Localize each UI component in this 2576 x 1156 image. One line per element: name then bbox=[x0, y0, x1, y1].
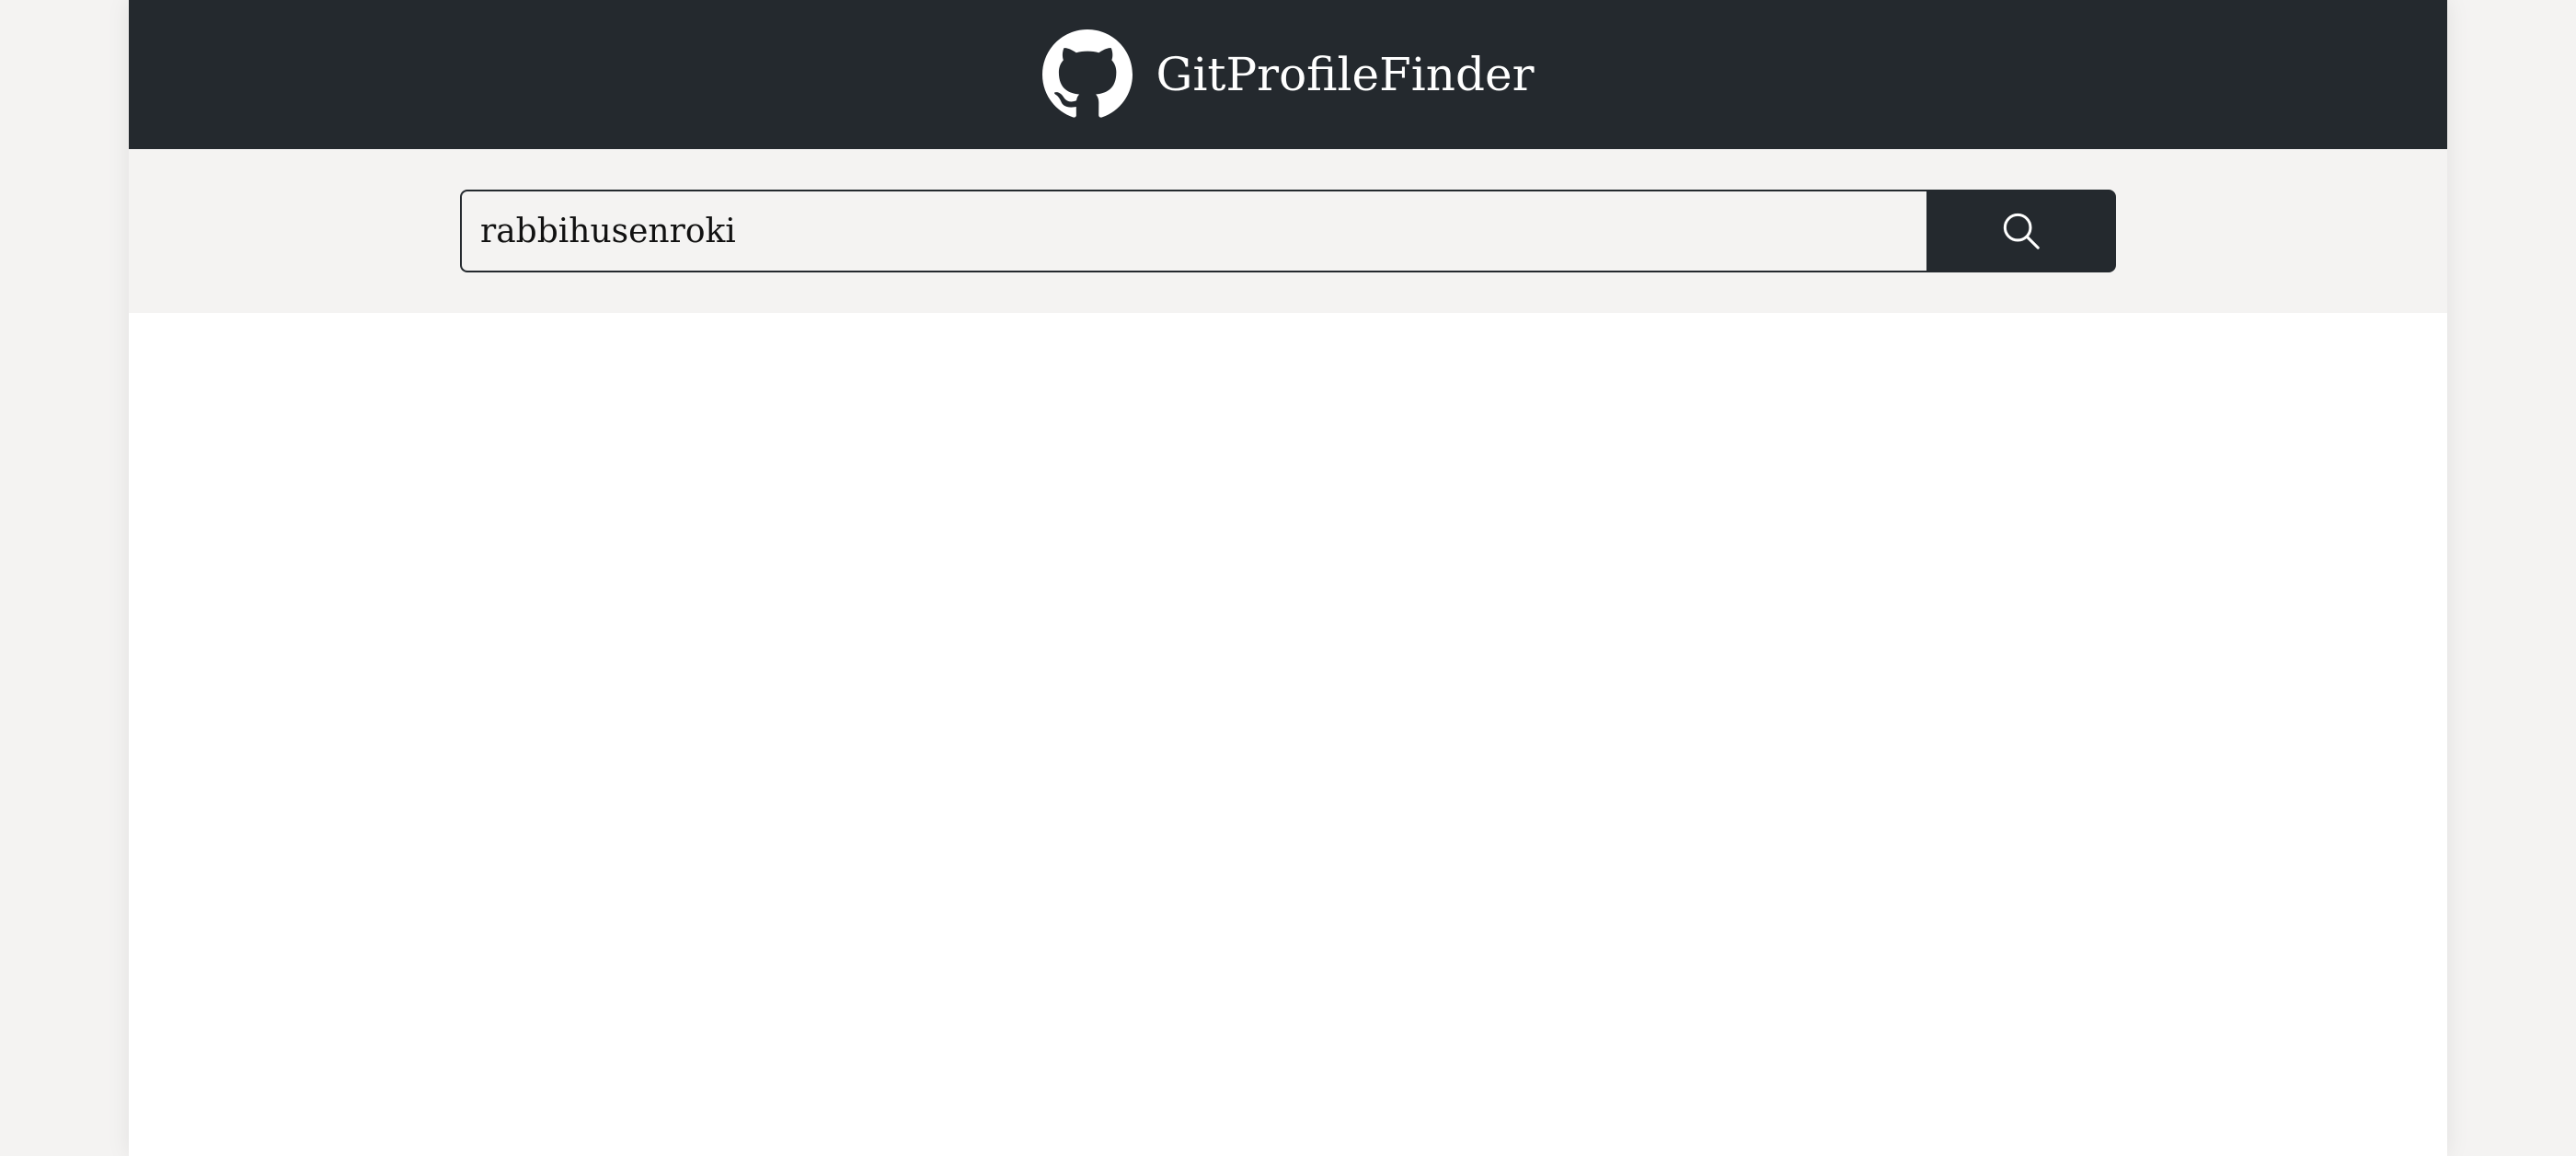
search-section bbox=[129, 149, 2447, 313]
search-button[interactable] bbox=[1926, 190, 2116, 272]
app-title: GitProfileFinder bbox=[1156, 48, 1535, 101]
search-form bbox=[460, 190, 2116, 272]
github-octocat-icon bbox=[1041, 29, 1133, 118]
app-page: GitProfileFinder bbox=[129, 0, 2447, 1156]
search-icon bbox=[2003, 213, 2040, 249]
app-header: GitProfileFinder bbox=[129, 0, 2447, 149]
results-area bbox=[129, 313, 2447, 1156]
brand: GitProfileFinder bbox=[1041, 29, 1535, 120]
search-input[interactable] bbox=[460, 190, 1926, 272]
